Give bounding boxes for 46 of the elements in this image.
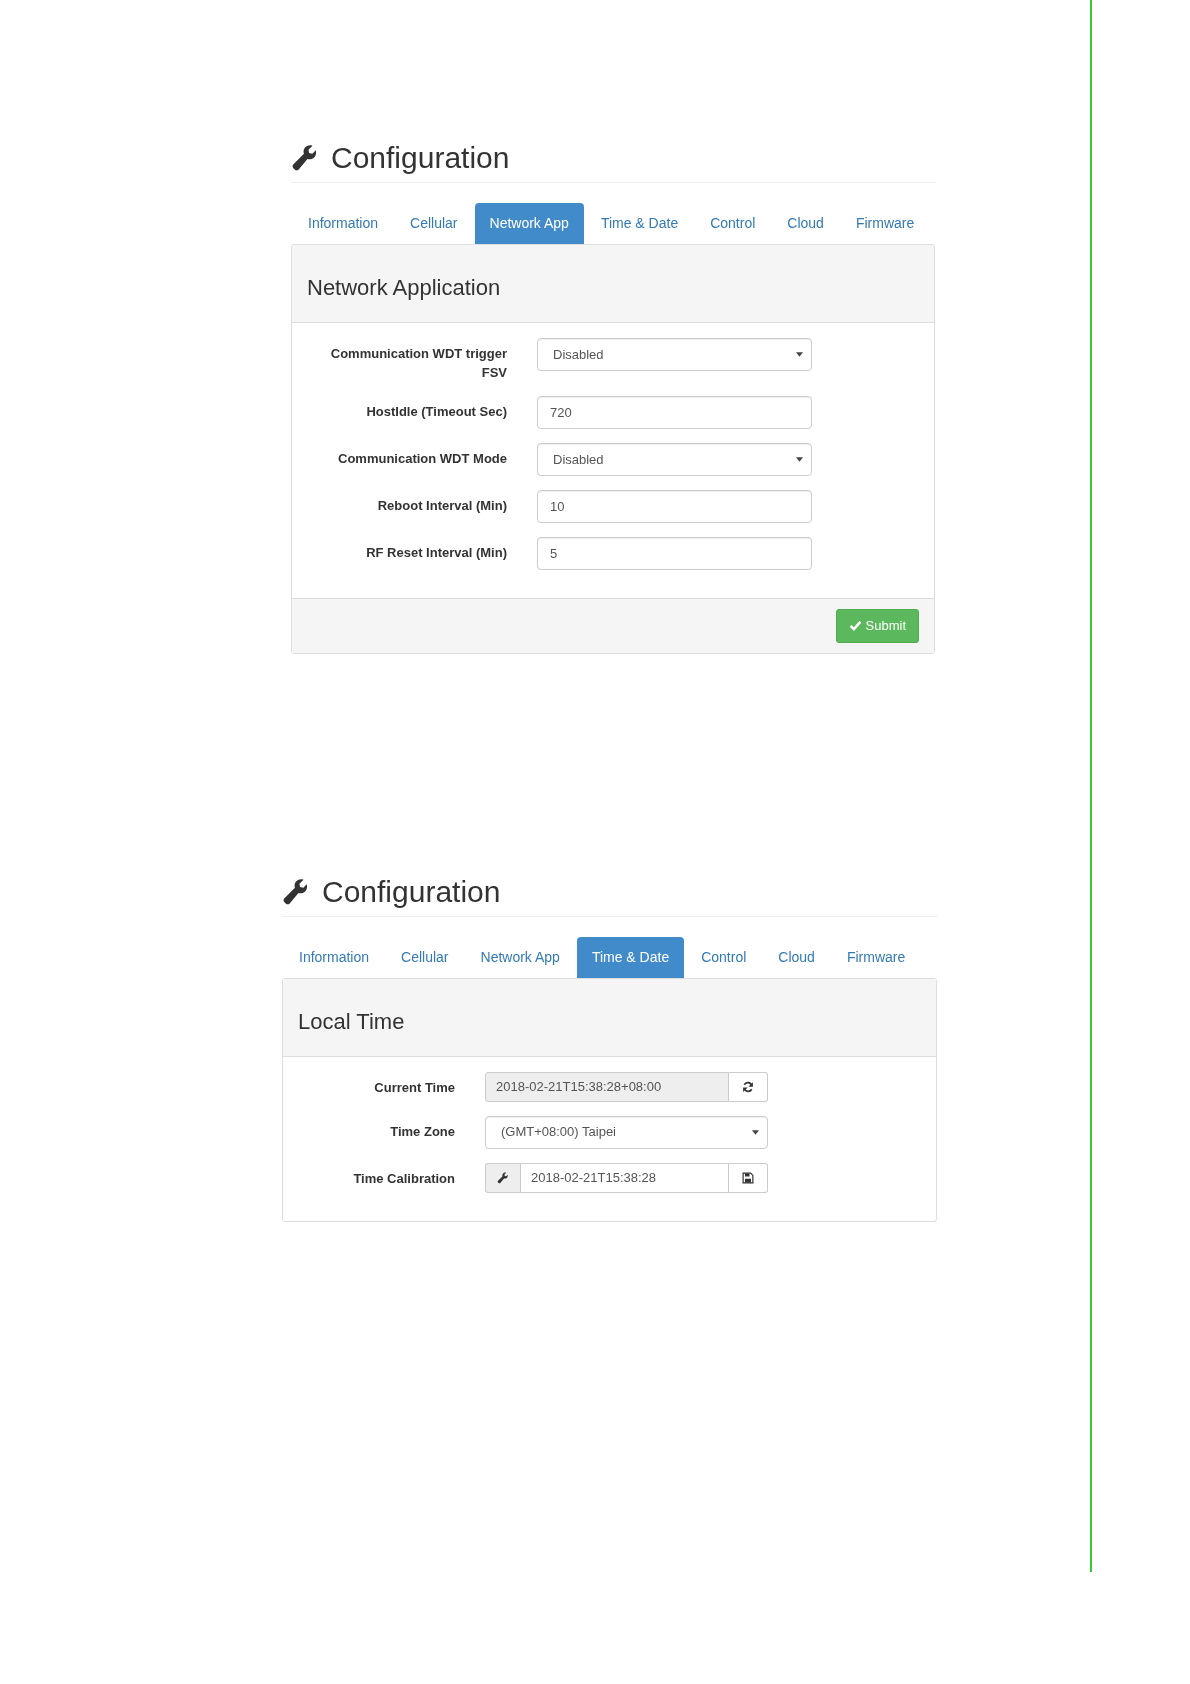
- input-field[interactable]: 10: [537, 490, 812, 523]
- floppy-disk-icon: [742, 1171, 754, 1184]
- page-title: Configuration: [331, 140, 510, 176]
- input-field[interactable]: 2018-02-21T15:38:28: [520, 1162, 729, 1193]
- submit-button[interactable]: Submit: [835, 609, 919, 643]
- field-label: Communication WDT Mode: [337, 450, 507, 468]
- tab[interactable]: Network App: [465, 936, 575, 978]
- caret-icon: [796, 457, 803, 462]
- tab[interactable]: Control: [686, 936, 762, 978]
- field-label: Reboot Interval (Min): [376, 497, 507, 515]
- wrench-icon: [497, 1171, 509, 1184]
- tab[interactable]: Control: [695, 203, 771, 244]
- tab[interactable]: Cloud: [772, 203, 839, 244]
- tab[interactable]: Firmware: [840, 203, 930, 244]
- page-title: Configuration: [322, 873, 501, 910]
- input-field[interactable]: 720: [537, 396, 812, 429]
- field-label: Time Zone: [389, 1122, 455, 1141]
- tab[interactable]: Cellular: [395, 203, 473, 244]
- tab[interactable]: Cloud: [763, 936, 830, 978]
- tab[interactable]: Cellular: [386, 936, 464, 978]
- tab[interactable]: Information: [293, 203, 394, 244]
- tab[interactable]: Network App: [474, 203, 584, 244]
- select-field[interactable]: Disabled: [537, 443, 812, 476]
- caret-icon: [752, 1129, 759, 1135]
- field-label: Communication WDT trigger FSV: [329, 345, 507, 382]
- check-icon: [848, 619, 862, 633]
- input-field[interactable]: 5: [537, 537, 812, 570]
- tab[interactable]: Firmware: [831, 936, 921, 978]
- field-label: RF Reset Interval (Min): [365, 544, 507, 562]
- caret-icon: [796, 352, 803, 357]
- tab[interactable]: Time & Date: [585, 203, 694, 244]
- field-label: Time Calibration: [352, 1169, 455, 1188]
- select-field[interactable]: Disabled: [537, 338, 812, 371]
- panel-title: Network Application: [307, 274, 502, 302]
- wrench-icon: [291, 144, 319, 172]
- field-label: HostIdle (Timeout Sec): [365, 403, 507, 421]
- save-button[interactable]: [729, 1162, 768, 1193]
- field-label: Current Time: [373, 1078, 455, 1097]
- refresh-button[interactable]: [729, 1071, 768, 1102]
- tab[interactable]: Information: [284, 936, 385, 978]
- refresh-icon: [742, 1080, 754, 1093]
- readonly-field: 2018-02-21T15:38:28+08:00: [485, 1071, 729, 1102]
- select-field[interactable]: (GMT+08:00) Taipei: [485, 1115, 768, 1149]
- panel-title: Local Time: [298, 1007, 406, 1036]
- wrench-icon: [282, 877, 310, 906]
- tab[interactable]: Time & Date: [576, 936, 685, 978]
